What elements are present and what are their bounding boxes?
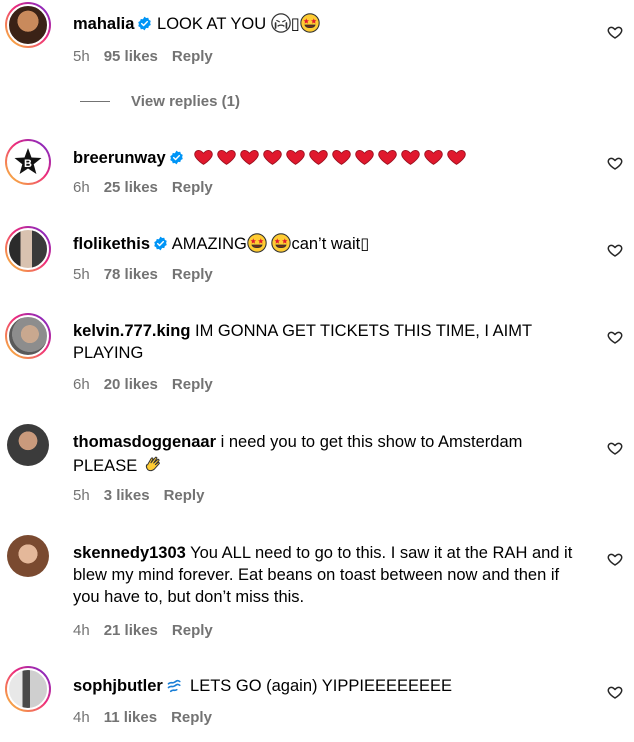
crying-face-icon <box>271 13 291 33</box>
like-heart-icon[interactable] <box>607 242 623 258</box>
red-heart-icon <box>399 146 422 167</box>
red-heart-icon <box>284 146 307 167</box>
red-heart-icon <box>376 146 399 167</box>
comment-text-continued: can’t wait <box>291 235 361 253</box>
view-replies-button[interactable]: View replies (1) <box>80 93 240 110</box>
comment-time: 6h <box>73 376 90 393</box>
red-heart-icon <box>422 146 445 167</box>
comment-text: LOOK AT YOU <box>152 15 271 33</box>
comment-time: 4h <box>73 709 90 726</box>
comment-username[interactable]: breerunway <box>73 149 166 167</box>
red-heart-icon <box>192 146 215 167</box>
avatar[interactable] <box>5 2 51 48</box>
red-heart-icon <box>261 146 284 167</box>
comment-likes[interactable]: 3 likes <box>104 487 150 504</box>
comment-time: 5h <box>73 48 90 65</box>
reply-button[interactable]: Reply <box>172 266 213 283</box>
comment-likes[interactable]: 11 likes <box>104 709 157 726</box>
avatar[interactable] <box>5 313 51 359</box>
comment-time: 4h <box>73 622 90 639</box>
like-heart-icon[interactable] <box>607 440 623 456</box>
view-replies-label: View replies (1) <box>131 93 240 110</box>
comment-username[interactable]: sophjbutler <box>73 677 163 695</box>
comment-meta: 6h 20 likes Reply <box>73 376 227 393</box>
like-heart-icon[interactable] <box>607 329 623 345</box>
like-heart-icon[interactable] <box>607 684 623 700</box>
comment-username[interactable]: thomasdoggenaar <box>73 433 216 451</box>
avatar[interactable] <box>7 424 49 466</box>
red-heart-icon <box>353 146 376 167</box>
comment-likes[interactable]: 95 likes <box>104 48 158 65</box>
comment-time: 6h <box>73 179 90 196</box>
comment-text: AMAZING <box>168 235 247 253</box>
unrendered-glyph: ▯ <box>290 14 300 33</box>
reply-button[interactable]: Reply <box>172 376 213 393</box>
comment-meta: 4h 11 likes Reply <box>73 709 226 726</box>
comment-username[interactable]: mahalia <box>73 15 134 33</box>
avatar[interactable] <box>5 226 51 272</box>
comment-username[interactable]: flolikethis <box>73 235 150 253</box>
verified-badge-icon <box>153 236 168 251</box>
red-heart-icon <box>238 146 261 167</box>
like-heart-icon[interactable] <box>607 24 623 40</box>
verified-badge-icon <box>169 150 184 165</box>
clapping-hands-emoji-icon <box>142 453 164 475</box>
red-heart-icon <box>330 146 353 167</box>
red-hearts-emoji-row <box>192 149 468 167</box>
red-heart-icon <box>445 146 468 167</box>
comment-likes[interactable]: 78 likes <box>104 266 158 283</box>
reply-button[interactable]: Reply <box>171 709 212 726</box>
comment-meta: 4h 21 likes Reply <box>73 622 227 639</box>
divider-line <box>80 101 110 102</box>
unrendered-glyph: ▯ <box>360 234 370 253</box>
comment-likes[interactable]: 25 likes <box>104 179 158 196</box>
like-heart-icon[interactable] <box>607 155 623 171</box>
reply-button[interactable]: Reply <box>172 48 213 65</box>
comment-time: 5h <box>73 266 90 283</box>
avatar[interactable] <box>7 535 49 577</box>
comment-likes[interactable]: 20 likes <box>104 376 158 393</box>
comment-time: 5h <box>73 487 90 504</box>
comment-meta: 5h 3 likes Reply <box>73 487 218 504</box>
comment-meta: 5h 95 likes Reply <box>73 48 227 65</box>
star-struck-emoji-icon <box>271 233 291 253</box>
breerunway-logo-icon: B <box>14 148 42 174</box>
reply-button[interactable]: Reply <box>172 179 213 196</box>
comment-username[interactable]: skennedy1303 <box>73 544 186 562</box>
comment-meta: 5h 78 likes Reply <box>73 266 227 283</box>
reply-button[interactable]: Reply <box>164 487 205 504</box>
star-struck-emoji-icon <box>247 233 267 253</box>
avatar[interactable] <box>5 666 51 712</box>
comment-username[interactable]: kelvin.777.king <box>73 322 190 340</box>
svg-text:B: B <box>24 158 32 170</box>
verified-badge-icon <box>137 16 152 31</box>
comment-meta: 6h 25 likes Reply <box>73 179 227 196</box>
star-struck-emoji-icon <box>300 13 320 33</box>
red-heart-icon <box>307 146 330 167</box>
comment-text: LETS GO (again) YIPPIEEEEEEEE <box>185 677 452 695</box>
avatar[interactable]: B <box>5 139 51 185</box>
reply-button[interactable]: Reply <box>172 622 213 639</box>
red-heart-icon <box>215 146 238 167</box>
wave-emoji-icon <box>167 677 185 695</box>
comment-likes[interactable]: 21 likes <box>104 622 158 639</box>
like-heart-icon[interactable] <box>607 551 623 567</box>
